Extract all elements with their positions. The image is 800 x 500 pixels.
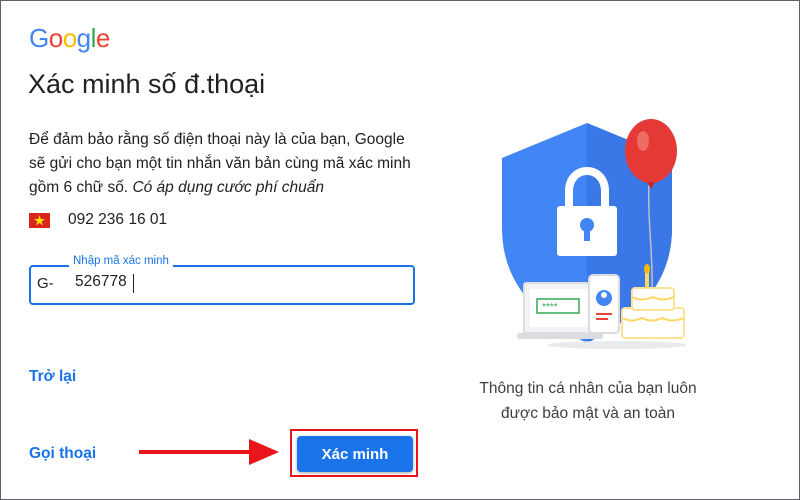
security-illustration: **** [502, 119, 687, 349]
red-arrow-annotation [139, 439, 279, 465]
logo-letter: g [76, 23, 91, 53]
logo-letter: o [62, 23, 77, 53]
call-link[interactable]: Gọi thoại [29, 445, 96, 463]
verification-code-input[interactable] [75, 273, 395, 291]
code-prefix: G- [37, 275, 54, 292]
vietnam-flag-icon [29, 212, 50, 228]
verification-page: Google Xác minh số đ.thoại Để đảm bảo rằ… [0, 0, 800, 500]
caption-line: Thông tin cá nhân của bạn luôn [479, 380, 697, 397]
google-logo: Google [29, 23, 110, 54]
phone-number: 092 236 16 01 [68, 211, 168, 228]
text-cursor [133, 274, 134, 293]
caption-line: được bảo mật và an toàn [501, 405, 675, 422]
svg-text:****: **** [542, 302, 558, 313]
description: Để đảm bảo rằng số điện thoại này là của… [29, 128, 419, 200]
code-field-label: Nhập mã xác minh [69, 255, 173, 267]
logo-letter: o [48, 23, 63, 53]
page-title: Xác minh số đ.thoại [28, 69, 266, 99]
back-link[interactable]: Trở lại [29, 368, 76, 386]
phone-row: 092 236 16 01 [29, 211, 167, 229]
verify-button[interactable]: Xác minh [297, 436, 413, 472]
logo-letter: G [29, 23, 49, 53]
logo-letter: e [95, 23, 110, 53]
security-caption: Thông tin cá nhân của bạn luôn được bảo … [463, 376, 713, 426]
description-note: Có áp dụng cước phí chuẩn [132, 179, 324, 196]
